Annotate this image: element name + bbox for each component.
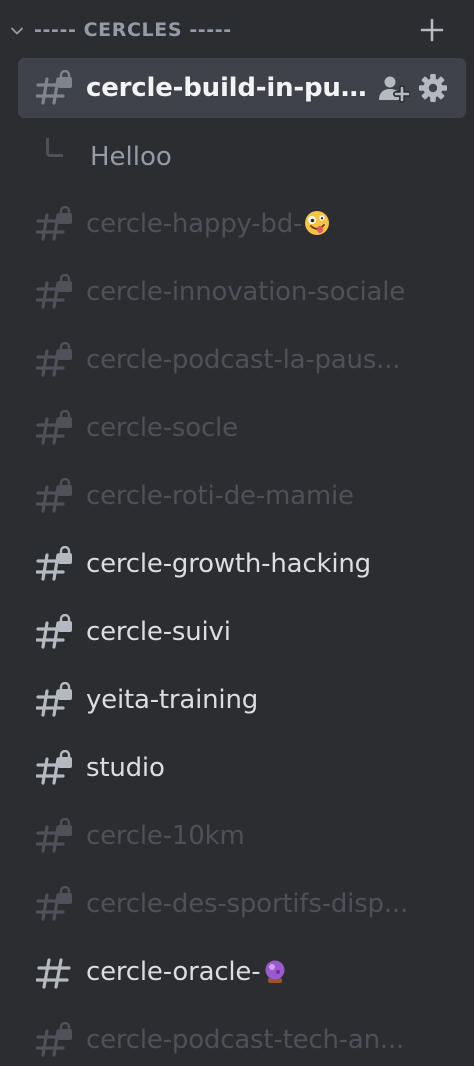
channel-label: cercle-innovation-sociale: [86, 262, 405, 322]
channel-item-cercle-10km[interactable]: cercle-10km: [18, 806, 466, 866]
locked-text-channel-icon: [36, 342, 72, 377]
channel-item-cercle-podcast-tech-an[interactable]: cercle-podcast-tech-an...: [18, 1010, 466, 1066]
channel-name-text: cercle-growth-hacking: [86, 549, 371, 579]
channel-item-studio[interactable]: studio: [18, 738, 466, 798]
channel-item-cercle-podcast-la-paus[interactable]: cercle-podcast-la-paus...: [18, 330, 466, 390]
channel-label: cercle-des-sportifs-disp...: [86, 874, 408, 934]
channel-item-cercle-des-sportifs-disp[interactable]: cercle-des-sportifs-disp...: [18, 874, 466, 934]
channel-name-text: cercle-podcast-tech-an...: [86, 1025, 405, 1055]
locked-text-channel-icon: [36, 410, 72, 445]
channel-item-cercle-happy-bd[interactable]: cercle-happy-bd-: [18, 194, 466, 254]
channel-name-text: cercle-happy-bd-: [86, 209, 303, 239]
channel-label: yeita-training: [86, 670, 258, 730]
plus-icon[interactable]: [419, 17, 445, 43]
channel-name-text: cercle-10km: [86, 821, 245, 851]
thread-label: Helloo: [90, 142, 172, 172]
channel-name-text: cercle-oracle-: [86, 957, 261, 987]
locked-text-channel-icon: [36, 886, 72, 921]
channel-name-text: cercle-des-sportifs-disp...: [86, 889, 409, 919]
crystal-ball-emoji-icon: [265, 960, 285, 983]
channel-item-cercle-growth-hacking[interactable]: cercle-growth-hacking: [18, 534, 466, 594]
text-channel-icon: [36, 958, 71, 989]
locked-text-channel-icon: [36, 1022, 72, 1057]
channel-name-text: studio: [86, 753, 165, 783]
channel-item-cercle-suivi[interactable]: cercle-suivi: [18, 602, 466, 662]
channel-label: cercle-build-in-pu...: [86, 73, 368, 103]
channel-item-cercle-build-in-public[interactable]: cercle-build-in-pu...: [18, 58, 466, 118]
channel-label: cercle-podcast-la-paus...: [86, 330, 400, 390]
channel-label: studio: [86, 738, 165, 798]
channel-name-text: cercle-suivi: [86, 617, 231, 647]
gear-icon[interactable]: [418, 73, 448, 103]
channel-item-cercle-roti-de-mamie[interactable]: cercle-roti-de-mamie: [18, 466, 466, 526]
channel-item-yeita-training[interactable]: yeita-training: [18, 670, 466, 730]
locked-text-channel-icon: [36, 206, 72, 241]
locked-text-channel-icon: [36, 614, 72, 649]
locked-text-channel-icon: [36, 70, 72, 105]
category-label: ----- CERCLES -----: [34, 19, 232, 41]
locked-text-channel-icon: [36, 682, 72, 717]
locked-text-channel-icon: [36, 546, 72, 581]
channel-label: cercle-growth-hacking: [86, 534, 371, 594]
channel-item-cercle-innovation-sociale[interactable]: cercle-innovation-sociale: [18, 262, 466, 322]
channel-name-text: yeita-training: [86, 685, 259, 715]
channel-name-text: cercle-podcast-la-paus...: [86, 345, 401, 375]
locked-text-channel-icon: [36, 818, 72, 853]
thread-item-helloo[interactable]: Helloo: [18, 128, 466, 186]
channel-name-text: cercle-roti-de-mamie: [86, 481, 354, 511]
channel-label: cercle-happy-bd-: [86, 194, 330, 254]
channel-label: cercle-oracle-: [86, 942, 288, 1002]
category-header[interactable]: ----- CERCLES -----: [0, 0, 474, 60]
channel-label: cercle-10km: [86, 806, 245, 866]
channel-name-text: cercle-innovation-sociale: [86, 277, 406, 307]
channel-label: cercle-roti-de-mamie: [86, 466, 354, 526]
zany-face-emoji-icon: [305, 211, 330, 235]
channel-name-text: cercle-socle: [86, 413, 238, 443]
channel-label: cercle-suivi: [86, 602, 231, 662]
locked-text-channel-icon: [36, 274, 72, 309]
channel-label: cercle-socle: [86, 398, 238, 458]
locked-text-channel-icon: [36, 478, 72, 513]
chevron-down-icon[interactable]: [10, 24, 24, 38]
channel-label: cercle-podcast-tech-an...: [86, 1010, 404, 1066]
locked-text-channel-icon: [36, 750, 72, 785]
create-invite-icon[interactable]: [378, 73, 410, 103]
channel-item-cercle-oracle[interactable]: cercle-oracle-: [18, 942, 466, 1002]
thread-spine-icon: [46, 138, 63, 157]
channel-item-cercle-socle[interactable]: cercle-socle: [18, 398, 466, 458]
